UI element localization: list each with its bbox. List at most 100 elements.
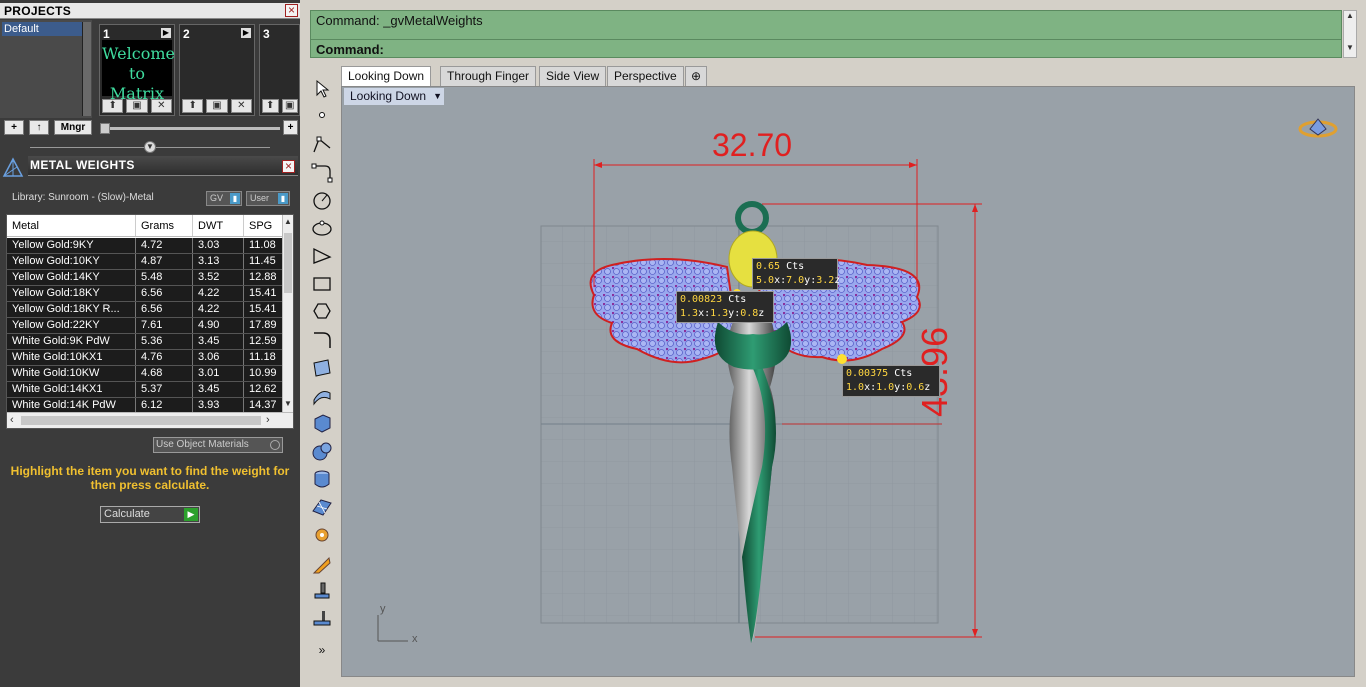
- use-object-materials-toggle[interactable]: Use Object Materials: [153, 437, 283, 453]
- slot-thumbnail[interactable]: Welcome to Matrix: [102, 40, 175, 103]
- panel-divider[interactable]: ▼: [0, 140, 300, 154]
- close-metal-weights-icon[interactable]: ×: [282, 160, 295, 173]
- thumbnail-size-slider[interactable]: [100, 127, 280, 130]
- tab-looking-down[interactable]: Looking Down: [341, 66, 432, 86]
- table-row[interactable]: Yellow Gold:9KY 4.72 3.03 11.08: [7, 238, 283, 254]
- use-object-materials-label: Use Object Materials: [156, 439, 249, 450]
- circle-icon[interactable]: [311, 189, 333, 211]
- command-prompt[interactable]: Command:: [316, 42, 384, 57]
- projects-scrollbar[interactable]: [82, 22, 91, 116]
- arc-icon[interactable]: [311, 245, 333, 267]
- project-slot-3[interactable]: 3 ⬆ ▣: [259, 24, 300, 116]
- cylinder-icon[interactable]: [311, 468, 333, 490]
- surface-icon[interactable]: [311, 357, 333, 379]
- point-icon[interactable]: [311, 104, 333, 126]
- box-icon[interactable]: [311, 412, 333, 434]
- column-header-grams[interactable]: Grams: [136, 215, 193, 236]
- table-row[interactable]: Yellow Gold:18KY 6.56 4.22 15.41: [7, 286, 283, 302]
- add-view-icon[interactable]: ⊕: [685, 66, 708, 86]
- table-cell: Yellow Gold:14KY: [7, 270, 136, 285]
- left-panel: PROJECTS × Default 1 ▶ Welcome to Matrix…: [0, 0, 300, 687]
- chevron-down-icon[interactable]: ▼: [144, 141, 156, 153]
- fillet-icon[interactable]: [311, 329, 333, 351]
- polyline-icon[interactable]: [311, 134, 333, 156]
- table-row[interactable]: Yellow Gold:18KY R... 6.56 4.22 15.41: [7, 302, 283, 318]
- table-horizontal-scrollbar[interactable]: ‹ ›: [7, 412, 293, 428]
- add-project-button[interactable]: +: [4, 120, 24, 135]
- table-row[interactable]: Yellow Gold:22KY 7.61 4.90 17.89: [7, 318, 283, 334]
- toggle-icon: ▮: [230, 193, 240, 204]
- command-area[interactable]: Command: _gvMetalWeights Command:: [310, 10, 1342, 58]
- gv-toggle[interactable]: GV ▮: [206, 191, 242, 206]
- upload-icon[interactable]: ⬆: [262, 99, 279, 113]
- table-row[interactable]: White Gold:14KX1 5.37 3.45 12.62: [7, 382, 283, 398]
- tab-perspective[interactable]: Perspective: [607, 66, 684, 86]
- upload-icon[interactable]: ⬆: [102, 99, 124, 113]
- rectangle-icon[interactable]: [311, 273, 333, 295]
- project-slot-2[interactable]: 2 ▶ ⬆ ▣ ✕: [179, 24, 255, 116]
- library-label: Library: Sunroom - (Slow)-Metal: [12, 192, 154, 203]
- table-cell: 12.62: [244, 382, 283, 397]
- user-toggle[interactable]: User ▮: [246, 191, 290, 206]
- calculate-button[interactable]: Calculate ▶: [100, 506, 200, 523]
- table-cell: 5.48: [136, 270, 193, 285]
- table-row[interactable]: Yellow Gold:14KY 5.48 3.52 12.88: [7, 270, 283, 286]
- sphere-icon[interactable]: [311, 440, 333, 462]
- polygon-icon[interactable]: [311, 300, 333, 322]
- save-icon[interactable]: ▣: [281, 99, 298, 113]
- zoom-in-button[interactable]: +: [283, 120, 298, 135]
- scroll-thumb[interactable]: [284, 233, 292, 293]
- manager-button[interactable]: Mngr: [54, 120, 92, 135]
- project-slot-1[interactable]: 1 ▶ Welcome to Matrix ⬆ ▣ ✕: [99, 24, 175, 116]
- save-icon[interactable]: ▣: [206, 99, 228, 113]
- slider-knob[interactable]: [100, 123, 110, 134]
- loft-icon[interactable]: [311, 385, 333, 407]
- scroll-up-icon[interactable]: ▲: [283, 217, 293, 229]
- table-row[interactable]: White Gold:10KW 4.68 3.01 10.99: [7, 366, 283, 382]
- metal-weights-table[interactable]: Metal Grams DWT SPG Yellow Gold:9KY 4.72 3…: [6, 214, 294, 429]
- table-row[interactable]: Yellow Gold:10KY 4.87 3.13 11.45: [7, 254, 283, 270]
- play-icon[interactable]: ▶: [161, 28, 171, 38]
- upload-icon[interactable]: ⬆: [182, 99, 204, 113]
- curve-icon[interactable]: [311, 162, 333, 184]
- tab-through-finger[interactable]: Through Finger: [440, 66, 537, 86]
- mesh-icon[interactable]: [311, 496, 333, 518]
- delete-icon[interactable]: ✕: [230, 99, 252, 113]
- column-header-metal[interactable]: Metal: [7, 215, 136, 236]
- table-cell: 14.37: [244, 398, 283, 413]
- 3d-viewport[interactable]: Looking Down ▼ 32.70 y x 0.65 Cts 5.0x:7…: [341, 86, 1355, 677]
- gear-icon[interactable]: [311, 524, 333, 546]
- scroll-up-icon[interactable]: ▲: [1344, 11, 1356, 23]
- instruction-text: Highlight the item you want to find the …: [10, 464, 290, 492]
- tab-side-view[interactable]: Side View: [539, 66, 607, 86]
- column-header-dwt[interactable]: DWT: [193, 215, 244, 236]
- table-cell: White Gold:9K PdW: [7, 334, 136, 349]
- column-header-spg[interactable]: SPG: [244, 215, 283, 236]
- scroll-down-icon[interactable]: ▼: [1344, 43, 1356, 52]
- table-row[interactable]: White Gold:9K PdW 5.36 3.45 12.59: [7, 334, 283, 350]
- scroll-right-icon[interactable]: ›: [266, 414, 270, 426]
- command-scrollbar[interactable]: ▲ ▼: [1343, 10, 1357, 58]
- scroll-left-icon[interactable]: ‹: [10, 414, 14, 426]
- table-row[interactable]: White Gold:10KX1 4.76 3.06 11.18: [7, 350, 283, 366]
- ellipse-icon[interactable]: [311, 217, 333, 239]
- tool-palette: »: [304, 72, 340, 677]
- scroll-down-icon[interactable]: ▼: [283, 399, 293, 411]
- save-icon[interactable]: ▣: [126, 99, 148, 113]
- more-tools-icon[interactable]: »: [311, 639, 333, 661]
- delete-icon[interactable]: ✕: [150, 99, 172, 113]
- stone-unit: Cts: [894, 368, 913, 379]
- table-vertical-scrollbar[interactable]: ▲ ▼: [282, 215, 293, 412]
- project-item-default[interactable]: Default: [2, 22, 82, 36]
- slot-number: 3: [263, 27, 270, 41]
- scroll-thumb[interactable]: [21, 416, 261, 425]
- move-up-button[interactable]: ↑: [29, 120, 49, 135]
- close-projects-icon[interactable]: ×: [285, 4, 298, 17]
- slot-thumbnail[interactable]: [182, 40, 252, 96]
- gem-tool-icon[interactable]: [311, 554, 333, 576]
- measure-icon[interactable]: [311, 580, 333, 602]
- small-stone: [837, 354, 847, 364]
- analyze-icon[interactable]: [311, 607, 333, 629]
- play-icon[interactable]: ▶: [241, 28, 251, 38]
- select-arrow-icon[interactable]: [311, 78, 333, 100]
